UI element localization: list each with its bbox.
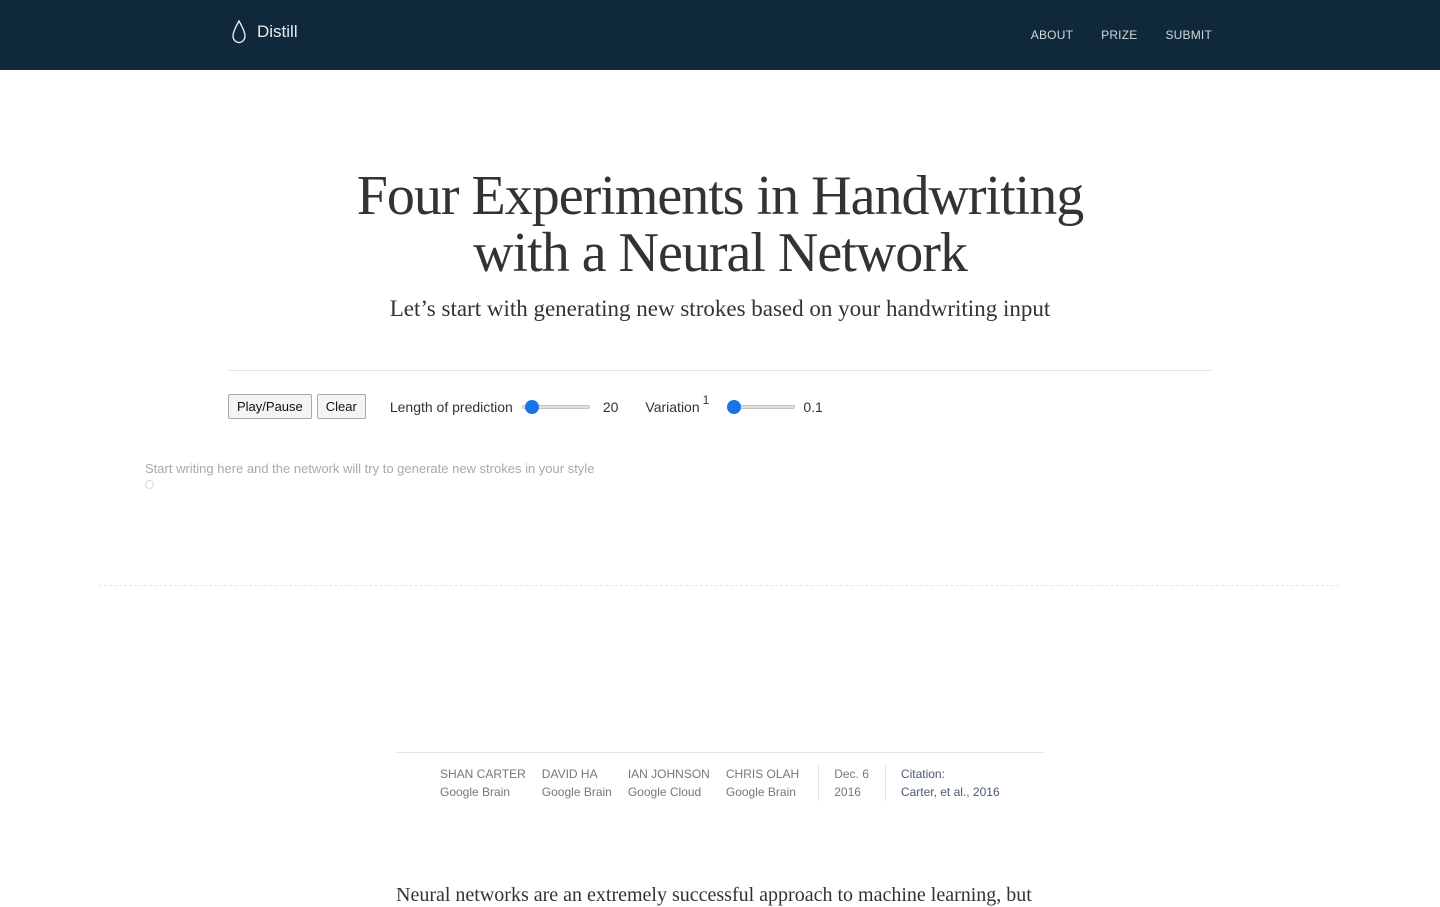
variation-label-text: Variation <box>645 398 700 415</box>
article-title-line-1: Four Experiments in Handwriting <box>356 165 1084 227</box>
handwriting-canvas-hint[interactable]: Start writing here and the network will … <box>145 461 594 476</box>
author-name[interactable]: Ian Johnson <box>628 765 710 783</box>
citation-link[interactable]: Carter, et al., 2016 <box>901 783 1000 801</box>
author-entry: Ian Johnson Google Cloud <box>628 765 710 801</box>
author-name[interactable]: David Ha <box>542 765 612 783</box>
author-affiliation[interactable]: Google Brain <box>726 783 799 801</box>
experiment-controls: Play/Pause Clear Length of prediction 20… <box>228 393 823 419</box>
author-entry: Chris Olah Google Brain <box>726 765 799 801</box>
article-title-line-2: with a Neural Network <box>473 222 968 284</box>
citation: Citation: Carter, et al., 2016 <box>884 765 1000 801</box>
author-affiliation[interactable]: Google Cloud <box>628 783 710 801</box>
variation-slider[interactable] <box>727 399 796 415</box>
article-body-first-line: Neural networks are an extremely success… <box>396 884 1032 906</box>
publication-date-day: Dec. 6 <box>834 767 869 781</box>
section-divider <box>228 370 1212 371</box>
droplet-icon <box>232 20 246 44</box>
article-byline: Shan Carter Google Brain David Ha Google… <box>440 765 1000 801</box>
author-affiliation[interactable]: Google Brain <box>542 783 612 801</box>
nav-about-link[interactable]: ABOUT <box>1031 28 1073 42</box>
nav-prize-link[interactable]: PRIZE <box>1101 28 1137 42</box>
variation-value: 0.1 <box>803 398 823 415</box>
length-of-prediction-value: 20 <box>602 398 619 415</box>
brand-link[interactable]: Distill <box>232 20 298 44</box>
nav-submit-link[interactable]: SUBMIT <box>1165 28 1212 42</box>
article-subtitle: Let’s start with generating new strokes … <box>389 296 1051 321</box>
citation-label: Citation: <box>900 767 945 781</box>
pen-cursor-dot <box>145 480 154 489</box>
site-nav: ABOUT PRIZE SUBMIT <box>1031 28 1212 42</box>
clear-button[interactable]: Clear <box>316 394 366 419</box>
slider-thumb[interactable] <box>524 399 539 414</box>
length-of-prediction-label: Length of prediction <box>389 398 513 415</box>
variation-footnote-link[interactable]: 1 <box>703 393 710 407</box>
canvas-baseline-divider <box>99 585 1339 586</box>
publication-date: Dec. 6 2016 <box>818 765 885 801</box>
length-of-prediction-slider[interactable] <box>521 399 590 415</box>
author-name[interactable]: Chris Olah <box>726 765 799 783</box>
byline-divider <box>396 752 1044 753</box>
author-name[interactable]: Shan Carter <box>440 765 526 783</box>
brand-name: Distill <box>257 22 298 41</box>
author-entry: Shan Carter Google Brain <box>440 765 526 801</box>
author-entry: David Ha Google Brain <box>542 765 612 801</box>
variation-label: Variation 1 <box>645 393 709 415</box>
publication-date-year: 2016 <box>834 785 861 799</box>
article-title: Four Experiments in Handwriting with a N… <box>0 168 1440 282</box>
top-navigation-bar: Distill ABOUT PRIZE SUBMIT <box>0 0 1440 70</box>
author-affiliation[interactable]: Google Brain <box>440 783 526 801</box>
slider-thumb[interactable] <box>727 399 742 414</box>
play-pause-button[interactable]: Play/Pause <box>228 394 312 419</box>
